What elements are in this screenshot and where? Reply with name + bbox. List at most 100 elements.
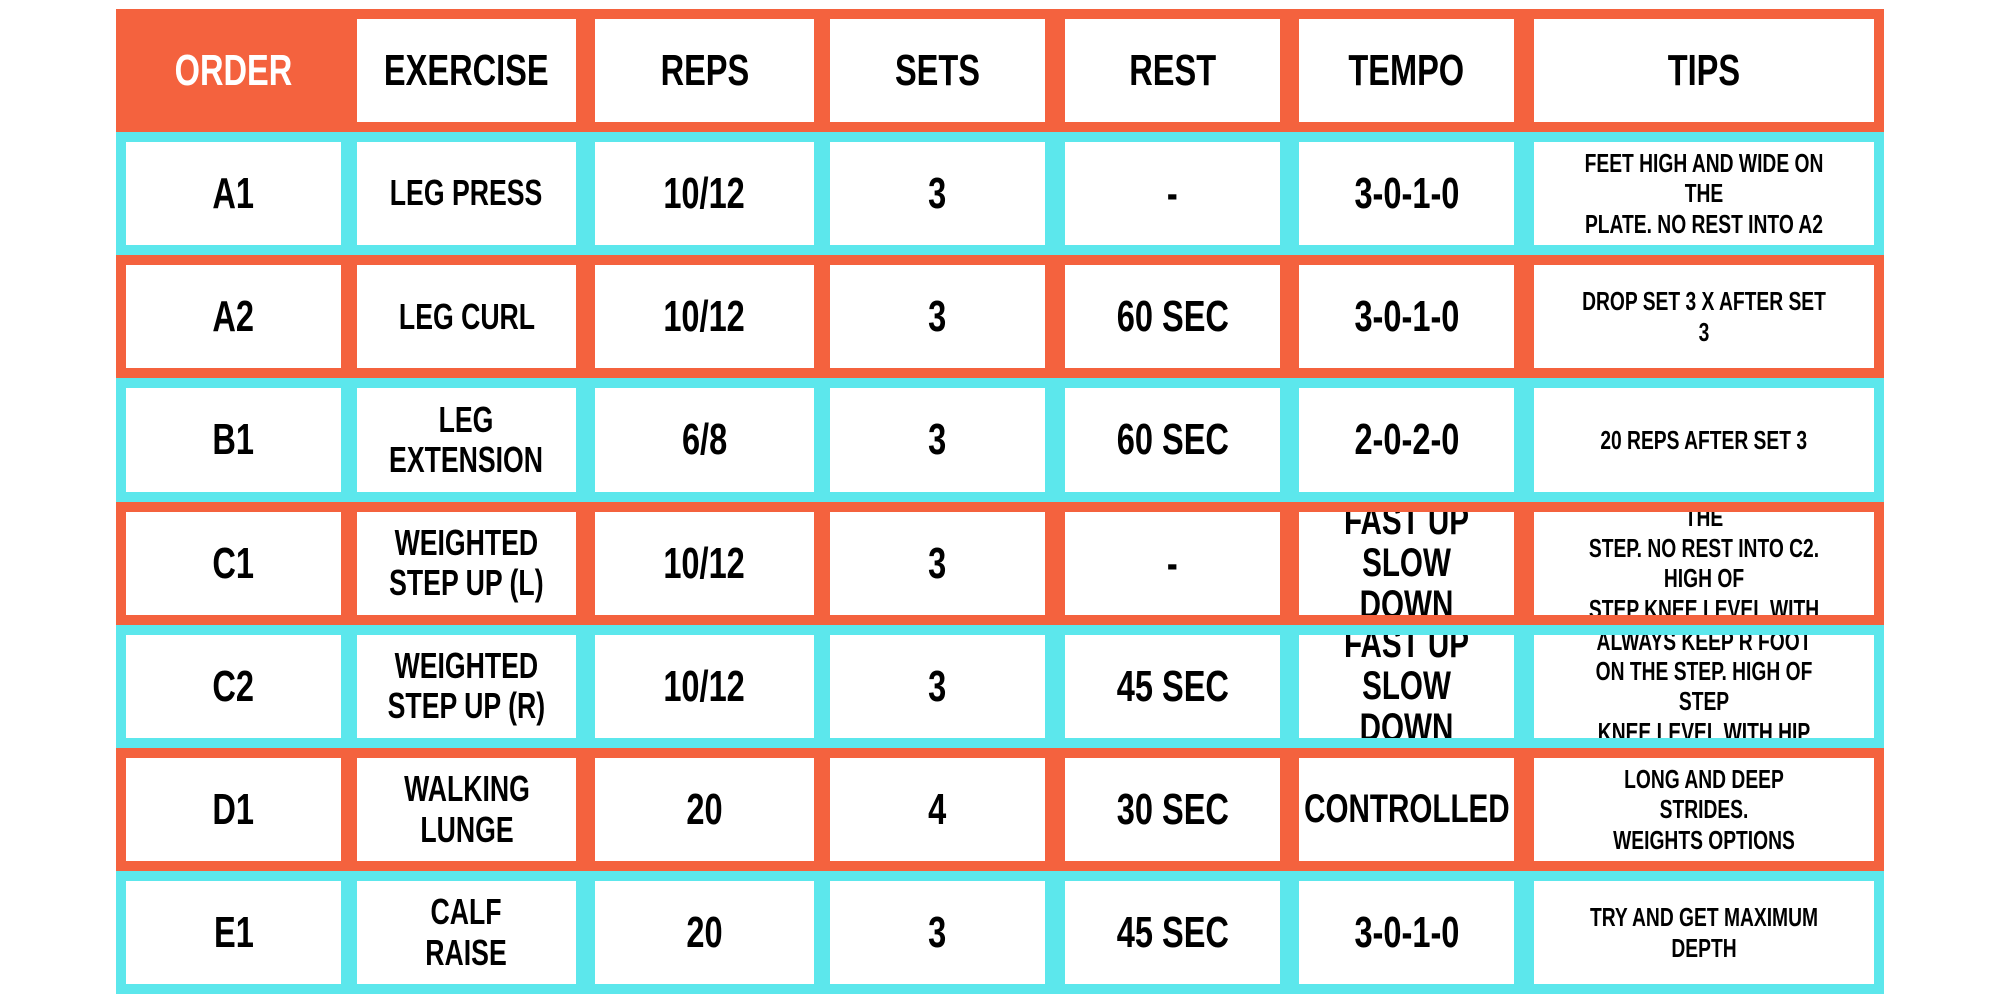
sets-value: 3 <box>928 168 947 218</box>
table-row: D1 WALKING LUNGE 20 4 30 SEC CONTROLLED … <box>116 748 1884 872</box>
tips-cell: LONG AND DEEP STRIDES. WEIGHTS OPTIONS <box>1534 758 1874 862</box>
reps-cell: 6/8 <box>595 388 814 492</box>
reps-cell: 10/12 <box>595 634 814 738</box>
sets-value: 3 <box>928 908 947 958</box>
order-cell: D1 <box>126 758 341 862</box>
exercise-value: LEG CURL <box>398 295 535 337</box>
tempo-cell: 3-0-1-0 <box>1299 881 1514 985</box>
exercise-cell: LEG CURL <box>357 265 576 369</box>
order-value: C1 <box>212 538 255 588</box>
sets-cell: 4 <box>830 758 1045 862</box>
order-cell: C2 <box>126 634 341 738</box>
sets-value: 3 <box>928 415 947 465</box>
reps-value: 10/12 <box>663 168 746 218</box>
tempo-value: 3-0-1-0 <box>1354 908 1459 958</box>
reps-cell: 10/12 <box>595 265 814 369</box>
header-rest: REST <box>1065 19 1280 122</box>
sets-cell: 3 <box>830 511 1045 615</box>
table-row: C1 WEIGHTED STEP UP (L) 10/12 3 - FAST U… <box>116 501 1884 625</box>
tips-value: DROP SET 3 X AFTER SET 3 <box>1582 286 1826 347</box>
rest-value: - <box>1167 538 1178 588</box>
header-rest-label: REST <box>1129 45 1216 95</box>
header-sets-label: SETS <box>894 45 981 95</box>
exercise-cell: LEG EXTENSION <box>357 388 576 492</box>
tempo-cell: 3-0-1-0 <box>1299 265 1514 369</box>
tips-cell: ALWAYS KEEP L FOOT ON THE STEP. NO REST … <box>1534 511 1874 615</box>
order-value: C2 <box>212 661 255 711</box>
rest-value: 45 SEC <box>1116 661 1229 711</box>
rest-value: 45 SEC <box>1116 908 1229 958</box>
exercise-value: WEIGHTED STEP UP (L) <box>389 521 544 604</box>
header-reps: REPS <box>595 19 814 122</box>
reps-cell: 20 <box>595 758 814 862</box>
order-cell: E1 <box>126 881 341 985</box>
tips-cell: ALWAYS KEEP R FOOT ON THE STEP. HIGH OF … <box>1534 634 1874 738</box>
exercise-cell: WEIGHTED STEP UP (R) <box>357 634 576 738</box>
tips-cell: FEET HIGH AND WIDE ON THE PLATE. NO REST… <box>1534 142 1874 246</box>
reps-cell: 10/12 <box>595 511 814 615</box>
sets-cell: 3 <box>830 881 1045 985</box>
workout-table: ORDER EXERCISE REPS SETS REST TEMPO TIPS… <box>116 9 1884 995</box>
header-order: ORDER <box>126 19 341 122</box>
reps-value: 20 <box>686 784 723 834</box>
tips-value: LONG AND DEEP STRIDES. WEIGHTS OPTIONS <box>1613 763 1795 855</box>
exercise-value: WALKING LUNGE <box>403 768 530 850</box>
rest-value: 60 SEC <box>1116 415 1229 465</box>
order-value: E1 <box>213 908 254 958</box>
order-value: A2 <box>212 292 255 342</box>
exercise-value: CALF RAISE <box>425 891 508 973</box>
table-row: A1 LEG PRESS 10/12 3 - 3-0-1-0 FEET HIGH… <box>116 132 1884 256</box>
tempo-value: FAST UP SLOW DOWN <box>1344 634 1469 738</box>
header-tips-label: TIPS <box>1667 45 1741 95</box>
tips-value: ALWAYS KEEP R FOOT ON THE STEP. HIGH OF … <box>1595 634 1813 738</box>
exercise-value: WEIGHTED STEP UP (R) <box>387 645 546 727</box>
tips-cell: DROP SET 3 X AFTER SET 3 <box>1534 265 1874 369</box>
sets-value: 4 <box>928 784 947 834</box>
sets-value: 3 <box>928 292 947 342</box>
header-order-label: ORDER <box>174 45 293 95</box>
order-cell: C1 <box>126 511 341 615</box>
reps-value: 10/12 <box>663 538 746 588</box>
table-row: A2 LEG CURL 10/12 3 60 SEC 3-0-1-0 DROP … <box>116 255 1884 379</box>
rest-cell: 30 SEC <box>1065 758 1280 862</box>
tempo-cell: 2-0-2-0 <box>1299 388 1514 492</box>
table-row: E1 CALF RAISE 20 3 45 SEC 3-0-1-0 TRY AN… <box>116 871 1884 995</box>
exercise-cell: CALF RAISE <box>357 881 576 985</box>
rest-cell: 60 SEC <box>1065 388 1280 492</box>
rest-cell: - <box>1065 511 1280 615</box>
reps-value: 6/8 <box>681 415 728 465</box>
tempo-cell: FAST UP SLOW DOWN <box>1299 634 1514 738</box>
rest-value: - <box>1167 168 1178 218</box>
exercise-cell: WALKING LUNGE <box>357 758 576 862</box>
table-row: B1 LEG EXTENSION 6/8 3 60 SEC 2-0-2-0 20… <box>116 378 1884 502</box>
reps-value: 10/12 <box>663 292 746 342</box>
rest-value: 60 SEC <box>1116 292 1229 342</box>
order-value: A1 <box>212 168 255 218</box>
tempo-value: CONTROLLED <box>1303 787 1510 832</box>
header-reps-label: REPS <box>660 45 749 95</box>
tips-value: 20 REPS AFTER SET 3 <box>1600 424 1808 455</box>
exercise-value: LEG EXTENSION <box>389 398 544 480</box>
exercise-value: LEG PRESS <box>390 172 543 214</box>
reps-cell: 20 <box>595 881 814 985</box>
tips-cell: TRY AND GET MAXIMUM DEPTH <box>1534 881 1874 985</box>
tips-cell: 20 REPS AFTER SET 3 <box>1534 388 1874 492</box>
sets-cell: 3 <box>830 634 1045 738</box>
table-row: C2 WEIGHTED STEP UP (R) 10/12 3 45 SEC F… <box>116 624 1884 748</box>
tempo-value: 2-0-2-0 <box>1354 415 1459 465</box>
reps-cell: 10/12 <box>595 142 814 246</box>
tips-value: ALWAYS KEEP L FOOT ON THE STEP. NO REST … <box>1588 511 1820 615</box>
tempo-value: 3-0-1-0 <box>1354 292 1459 342</box>
order-cell: A2 <box>126 265 341 369</box>
order-cell: A1 <box>126 142 341 246</box>
tempo-cell: 3-0-1-0 <box>1299 142 1514 246</box>
header-tempo: TEMPO <box>1299 19 1514 122</box>
header-exercise: EXERCISE <box>357 19 576 122</box>
sets-cell: 3 <box>830 388 1045 492</box>
header-sets: SETS <box>830 19 1045 122</box>
sets-value: 3 <box>928 538 947 588</box>
sets-cell: 3 <box>830 265 1045 369</box>
exercise-cell: WEIGHTED STEP UP (L) <box>357 511 576 615</box>
rest-cell: 60 SEC <box>1065 265 1280 369</box>
tips-value: FEET HIGH AND WIDE ON THE PLATE. NO REST… <box>1584 147 1824 239</box>
